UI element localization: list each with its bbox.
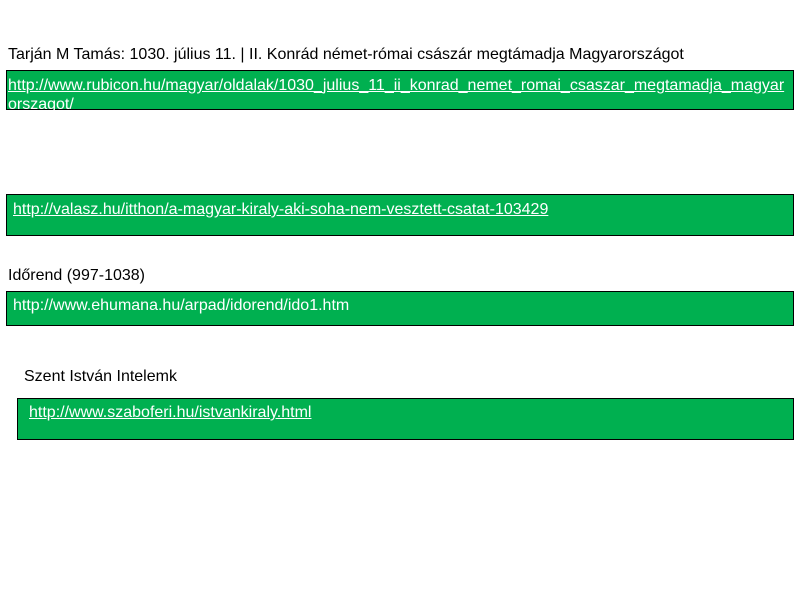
heading-idorend: Időrend (997-1038) — [8, 267, 145, 284]
heading-rubicon: Tarján M Tamás: 1030. július 11. | II. K… — [8, 46, 684, 63]
link-szaboferi[interactable]: http://www.szaboferi.hu/istvankiraly.htm… — [29, 403, 311, 422]
heading-szent-istvan: Szent István Intelemk — [24, 368, 177, 385]
link-valasz[interactable]: http://valasz.hu/itthon/a-magyar-kiraly-… — [13, 200, 548, 219]
link-rubicon[interactable]: http://www.rubicon.hu/magyar/oldalak/103… — [8, 76, 786, 114]
link-ehumana[interactable]: http://www.ehumana.hu/arpad/idorend/ido1… — [13, 296, 349, 315]
